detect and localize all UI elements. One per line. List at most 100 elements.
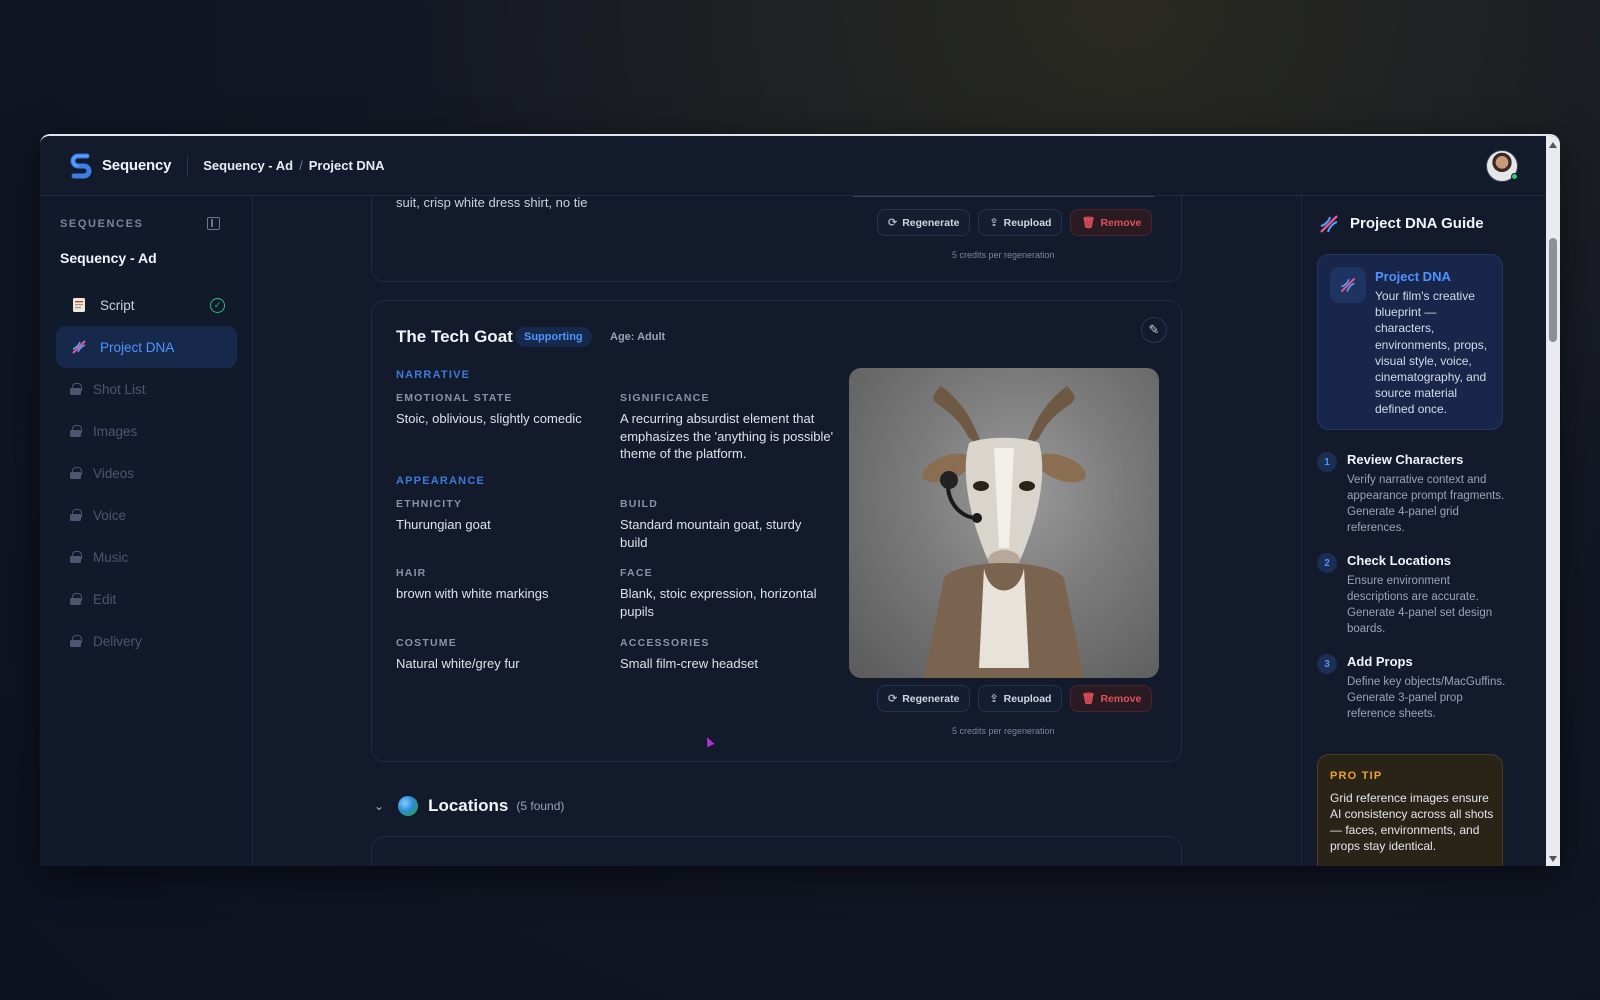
significance-value: A recurring absurdist element that empha… — [620, 411, 834, 461]
character-reference-image[interactable] — [849, 368, 1159, 678]
avatar[interactable] — [1486, 150, 1518, 182]
face-value: Blank, stoic expression, horizontal pupi… — [620, 586, 817, 619]
sidebar-item-label: Music — [93, 549, 129, 565]
step-body: Verify narrative context and appearance … — [1347, 474, 1505, 534]
lock-icon — [70, 635, 82, 647]
regenerate-label: Regenerate — [902, 692, 960, 705]
scrollbar[interactable] — [1546, 136, 1560, 866]
dna-icon — [70, 338, 88, 356]
remove-label: Remove — [1100, 216, 1142, 229]
accessories-value: Small film-crew headset — [620, 656, 758, 671]
edit-icon[interactable]: ✎ — [1141, 317, 1167, 343]
refresh-icon: ⟳ — [888, 693, 898, 705]
credits-note: 5 credits per regeneration — [952, 250, 1055, 260]
guide-panel: Project DNA Guide Project DNA Your film'… — [1301, 196, 1546, 866]
reupload-label: Reupload — [1003, 692, 1052, 705]
breadcrumb-separator: / — [299, 158, 303, 173]
age-badge: Age: Adult — [610, 331, 666, 343]
reupload-label: Reupload — [1003, 216, 1052, 229]
sidebar-item-label: Voice — [93, 507, 127, 523]
location-card — [371, 836, 1182, 866]
image-actions: ⟳ Regenerate ⇪ Reupload 🗑 Remove — [877, 209, 1153, 236]
guide-info-title: Project DNA — [1375, 269, 1451, 284]
lock-icon — [70, 593, 82, 605]
credits-note: 5 credits per regeneration — [952, 726, 1055, 736]
sidebar-item-label: Images — [93, 423, 138, 439]
sidebar-item-label: Script — [100, 297, 135, 313]
step-body: Define key objects/MacGuffins. Generate … — [1347, 676, 1506, 720]
remove-button[interactable]: 🗑 Remove — [1070, 685, 1153, 712]
costume-value: Natural white/grey fur — [396, 656, 520, 671]
sidebar-item-label: Shot List — [93, 381, 146, 397]
sidebar-item-delivery[interactable]: Delivery — [56, 620, 237, 662]
guide-info-card: Project DNA Your film's creative bluepri… — [1317, 254, 1503, 430]
breadcrumb-project[interactable]: Sequency - Ad — [203, 158, 293, 173]
sidebar-item-videos[interactable]: Videos — [56, 452, 237, 494]
guide-title: Project DNA Guide — [1350, 215, 1484, 232]
online-status-dot — [1511, 173, 1518, 180]
sidebar-item-edit[interactable]: Edit — [56, 578, 237, 620]
main-content[interactable]: suit, crisp white dress shirt, no tie ⟳ R… — [254, 196, 1301, 866]
refresh-icon: ⟳ — [888, 217, 898, 229]
script-icon — [70, 296, 88, 314]
locations-title: Locations — [428, 796, 509, 815]
sidebar-item-label: Edit — [93, 591, 117, 607]
dna-icon — [1320, 215, 1338, 233]
build-value: Standard mountain goat, sturdy build — [620, 517, 802, 550]
upload-icon: ⇪ — [989, 693, 999, 705]
sequency-logo-icon[interactable] — [70, 153, 92, 179]
dna-icon — [1330, 267, 1366, 303]
narrative-section-title: NARRATIVE — [396, 369, 471, 381]
regenerate-button[interactable]: ⟳ Regenerate — [877, 209, 971, 236]
scroll-up-icon[interactable] — [1549, 142, 1557, 148]
sidebar-nav: Script ✓ Project DNA Shot List Images Vi… — [56, 284, 237, 662]
regenerate-button[interactable]: ⟳ Regenerate — [877, 685, 971, 712]
appearance-section-title: APPEARANCE — [396, 475, 486, 487]
image-actions: ⟳ Regenerate ⇪ Reupload 🗑 Remove — [877, 685, 1153, 712]
header-divider — [187, 155, 189, 176]
character-card: The Tech Goat Supporting Age: Adult ✎ NA… — [371, 300, 1182, 762]
step-body: Ensure environment descriptions are accu… — [1347, 575, 1493, 635]
brand-name[interactable]: Sequency — [102, 157, 171, 174]
significance-label: SIGNIFICANCE — [620, 392, 710, 404]
sidebar-item-music[interactable]: Music — [56, 536, 237, 578]
ethnicity-value: Thurungian goat — [396, 517, 491, 532]
hair-label: HAIR — [396, 567, 427, 579]
globe-icon — [398, 796, 419, 816]
character-costume-text: suit, crisp white dress shirt, no tie — [396, 196, 588, 210]
remove-button[interactable]: 🗑 Remove — [1070, 209, 1153, 236]
step-number: 1 — [1317, 452, 1337, 472]
lock-icon — [70, 509, 82, 521]
upload-icon: ⇪ — [989, 217, 999, 229]
sidebar-item-shot-list[interactable]: Shot List — [56, 368, 237, 410]
step-title: Add Props — [1347, 654, 1413, 669]
sidebar-item-script[interactable]: Script ✓ — [56, 284, 237, 326]
character-card-previous: suit, crisp white dress shirt, no tie ⟳ R… — [371, 196, 1182, 282]
top-bar: Sequency Sequency - Ad / Project DNA — [40, 136, 1546, 196]
reupload-button[interactable]: ⇪ Reupload — [978, 209, 1063, 236]
pro-tip-label: PRO TIP — [1330, 770, 1383, 782]
scroll-down-icon[interactable] — [1549, 856, 1557, 862]
sidebar-item-project-dna[interactable]: Project DNA — [56, 326, 237, 368]
reupload-button[interactable]: ⇪ Reupload — [978, 685, 1063, 712]
image-bottom-edge — [853, 196, 1154, 197]
accessories-label: ACCESSORIES — [620, 637, 710, 649]
collapse-sidebar-icon[interactable] — [207, 217, 220, 230]
step-number: 3 — [1317, 654, 1337, 674]
locations-section-header[interactable]: ⌄ Locations (5 found) — [374, 796, 564, 816]
sidebar-item-images[interactable]: Images — [56, 410, 237, 452]
step-number: 2 — [1317, 553, 1337, 573]
trash-icon: 🗑 — [1081, 217, 1096, 229]
sidebar-heading: SEQUENCES — [60, 218, 144, 230]
complete-check-icon: ✓ — [210, 297, 225, 313]
ethnicity-label: ETHNICITY — [396, 498, 463, 510]
trash-icon: 🗑 — [1081, 693, 1096, 705]
goat-illustration — [922, 386, 1086, 678]
guide-info-body: Your film's creative blueprint — charact… — [1375, 289, 1488, 417]
scrollbar-thumb[interactable] — [1549, 238, 1557, 342]
sidebar-item-label: Delivery — [93, 633, 142, 649]
chevron-down-icon[interactable]: ⌄ — [374, 799, 384, 813]
lock-icon — [70, 467, 82, 479]
sidebar-item-voice[interactable]: Voice — [56, 494, 237, 536]
remove-label: Remove — [1100, 692, 1142, 705]
